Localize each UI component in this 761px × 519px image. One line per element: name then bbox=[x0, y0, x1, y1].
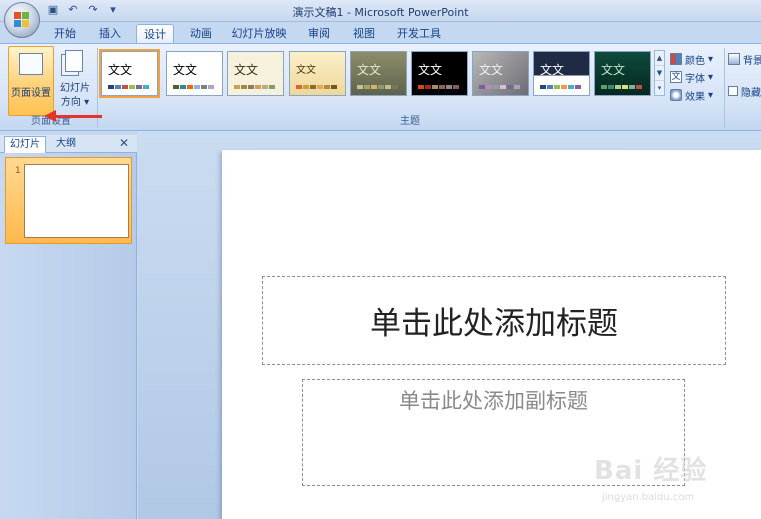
tab-view[interactable]: 视图 bbox=[347, 24, 381, 44]
fonts-button[interactable]: 文 字体 ▾ bbox=[670, 68, 722, 86]
subtitle-placeholder-text: 单击此处添加副标题 bbox=[399, 389, 588, 413]
annotation-arrow-head bbox=[44, 110, 56, 122]
effects-button[interactable]: 效果 ▾ bbox=[670, 86, 722, 104]
orientation-icon bbox=[65, 50, 83, 72]
background-group: 背景 隐藏 bbox=[728, 50, 761, 100]
tab-slideshow[interactable]: 幻灯片放映 bbox=[228, 24, 290, 44]
office-logo-icon bbox=[14, 12, 30, 28]
colors-label: 颜色 bbox=[685, 55, 705, 67]
theme-item[interactable]: 文文 bbox=[227, 51, 284, 96]
slides-pane: 1 bbox=[0, 153, 137, 519]
colors-icon bbox=[670, 53, 682, 65]
office-button[interactable] bbox=[4, 2, 40, 38]
tab-insert[interactable]: 插入 bbox=[93, 24, 127, 44]
page-setup-label: 页面设置 bbox=[11, 88, 51, 99]
page-setup-button[interactable]: 页面设置 bbox=[8, 46, 54, 116]
fonts-label: 字体 bbox=[685, 73, 705, 85]
slide-number: 1 bbox=[15, 166, 21, 176]
tab-slides[interactable]: 幻灯片 bbox=[4, 136, 46, 153]
effects-label: 效果 bbox=[685, 91, 705, 103]
watermark-logo: Bai 经验 bbox=[594, 456, 708, 486]
slide-orientation-button[interactable]: 幻灯片 方向 ▾ bbox=[57, 48, 93, 114]
theme-item[interactable]: 文文 bbox=[350, 51, 407, 96]
theme-item[interactable]: 文文 bbox=[99, 49, 160, 98]
background-styles-label: 背景 bbox=[743, 55, 761, 67]
hide-background-checkbox[interactable]: 隐藏 bbox=[728, 82, 761, 100]
slide-thumbnail[interactable] bbox=[24, 164, 129, 238]
effects-icon bbox=[670, 89, 682, 101]
orientation-label-line2: 方向 ▾ bbox=[60, 97, 90, 108]
background-styles-icon bbox=[728, 53, 740, 65]
tab-design[interactable]: 设计 bbox=[136, 24, 174, 44]
gallery-down-icon[interactable]: ▼ bbox=[655, 66, 664, 81]
theme-item[interactable]: 文文 bbox=[472, 51, 529, 96]
title-placeholder[interactable]: 单击此处添加标题 bbox=[262, 276, 726, 365]
theme-item[interactable]: 文文 bbox=[594, 51, 651, 96]
group-divider bbox=[724, 48, 725, 128]
close-icon[interactable]: ✕ bbox=[119, 136, 129, 150]
tab-animations[interactable]: 动画 bbox=[184, 24, 218, 44]
tab-outline[interactable]: 大纲 bbox=[48, 136, 84, 153]
theme-item[interactable]: 文文 bbox=[411, 51, 468, 96]
gallery-more-icon[interactable]: ▾ bbox=[655, 81, 664, 96]
hide-background-label: 隐藏 bbox=[741, 87, 761, 99]
ribbon-tabs: 开始 插入 设计 动画 幻灯片放映 审阅 视图 开发工具 bbox=[0, 22, 761, 44]
theme-item[interactable]: 文文 bbox=[533, 51, 590, 96]
background-styles-button[interactable]: 背景 bbox=[728, 50, 761, 68]
checkbox-icon bbox=[728, 86, 738, 96]
page-setup-icon bbox=[19, 53, 43, 75]
theme-item[interactable]: 文文 bbox=[166, 51, 223, 96]
slide-thumbnail-selected[interactable]: 1 bbox=[5, 157, 132, 244]
theme-item[interactable]: 文文 bbox=[289, 51, 346, 96]
tab-review[interactable]: 审阅 bbox=[302, 24, 336, 44]
fonts-icon: 文 bbox=[670, 71, 682, 83]
tab-home[interactable]: 开始 bbox=[48, 24, 82, 44]
watermark-url: jingyan.baidu.com bbox=[602, 492, 695, 503]
ribbon: 页面设置 幻灯片 方向 ▾ 页面设置 文文 文文 文文 文文 文文 文文 文文 … bbox=[0, 43, 761, 131]
title-placeholder-text: 单击此处添加标题 bbox=[370, 306, 618, 342]
orientation-label-line1: 幻灯片 bbox=[60, 83, 90, 94]
title-bar: ▣ ↶ ↷ ▾ 演示文稿1 - Microsoft PowerPoint bbox=[0, 0, 761, 22]
tab-developer[interactable]: 开发工具 bbox=[393, 24, 445, 44]
themes-group-label: 主题 bbox=[400, 116, 420, 127]
gallery-up-icon[interactable]: ▲ bbox=[655, 51, 664, 66]
annotation-arrow bbox=[52, 115, 102, 118]
baidu-watermark: Bai 经验 jingyan.baidu.com bbox=[594, 446, 754, 516]
colors-button[interactable]: 颜色 ▾ bbox=[670, 50, 722, 68]
pane-tabs: 幻灯片 大纲 ✕ bbox=[0, 135, 137, 153]
window-title: 演示文稿1 - Microsoft PowerPoint bbox=[292, 6, 469, 19]
gallery-scrollbar[interactable]: ▲ ▼ ▾ bbox=[654, 50, 665, 96]
theme-options: 颜色 ▾ 文 字体 ▾ 效果 ▾ bbox=[670, 50, 722, 104]
